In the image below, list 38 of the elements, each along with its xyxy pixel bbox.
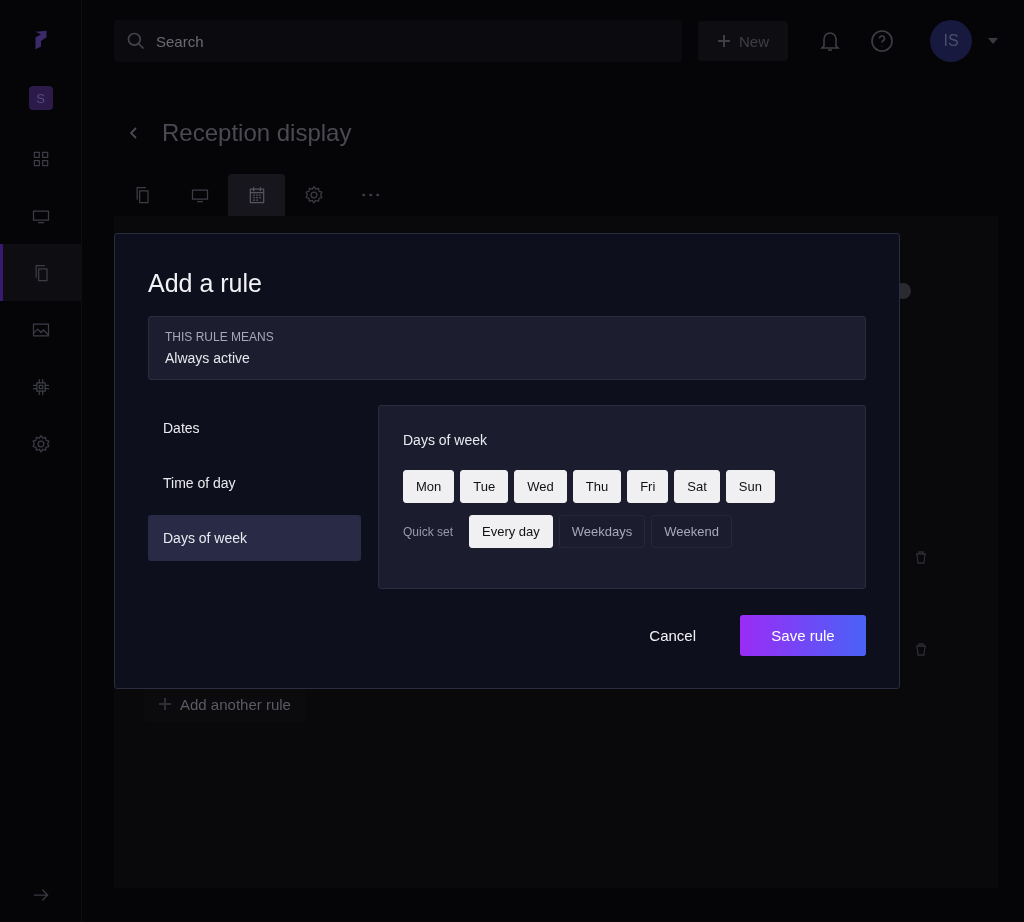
category-item[interactable]: Days of week xyxy=(148,515,361,561)
search-field[interactable]: Search xyxy=(114,20,682,62)
trash-icon[interactable] xyxy=(915,643,927,656)
search-input[interactable]: Search xyxy=(154,31,670,51)
caret-icon[interactable] xyxy=(988,38,998,44)
search-icon xyxy=(126,31,146,51)
summary-label: THIS RULE MEANS xyxy=(165,330,275,344)
help-icon[interactable] xyxy=(870,29,894,53)
panel-title: Days of week xyxy=(403,432,489,448)
settings-icon xyxy=(30,433,51,454)
day-toggle[interactable]: Sat xyxy=(674,470,720,503)
day-toggle[interactable]: Fri xyxy=(627,470,669,503)
plus-icon xyxy=(158,697,172,711)
category-item[interactable]: Time of day xyxy=(148,460,361,506)
more-icon xyxy=(360,193,381,197)
day-toggle[interactable]: Wed xyxy=(514,470,567,503)
summary-value: Always active xyxy=(165,350,251,366)
cancel-button[interactable]: Cancel xyxy=(649,619,696,652)
quick-set-option[interactable]: Every day xyxy=(469,515,553,548)
trash-icon[interactable] xyxy=(915,551,927,564)
plus-icon xyxy=(717,34,731,48)
day-toggle[interactable]: Thu xyxy=(572,470,622,503)
bell-icon[interactable] xyxy=(818,29,842,53)
day-toggle[interactable]: Mon xyxy=(403,470,455,503)
category-item[interactable]: Dates xyxy=(148,405,361,451)
day-toggle[interactable]: Sun xyxy=(725,470,775,503)
chip-icon xyxy=(30,376,51,397)
day-toggle[interactable]: Tue xyxy=(460,470,509,503)
tab[interactable] xyxy=(228,174,285,216)
quick-set-option[interactable]: Weekend xyxy=(651,515,732,548)
dialog-title: Add a rule xyxy=(148,268,263,298)
quick-set-label: Quick set xyxy=(403,524,453,539)
sidebar-item[interactable] xyxy=(0,244,82,301)
back-icon[interactable] xyxy=(128,126,140,140)
settings-icon xyxy=(303,185,324,205)
save-rule-button[interactable]: Save rule xyxy=(740,615,866,656)
quick-set-option[interactable]: Weekdays xyxy=(558,515,646,548)
page-title: Reception display xyxy=(162,119,352,147)
